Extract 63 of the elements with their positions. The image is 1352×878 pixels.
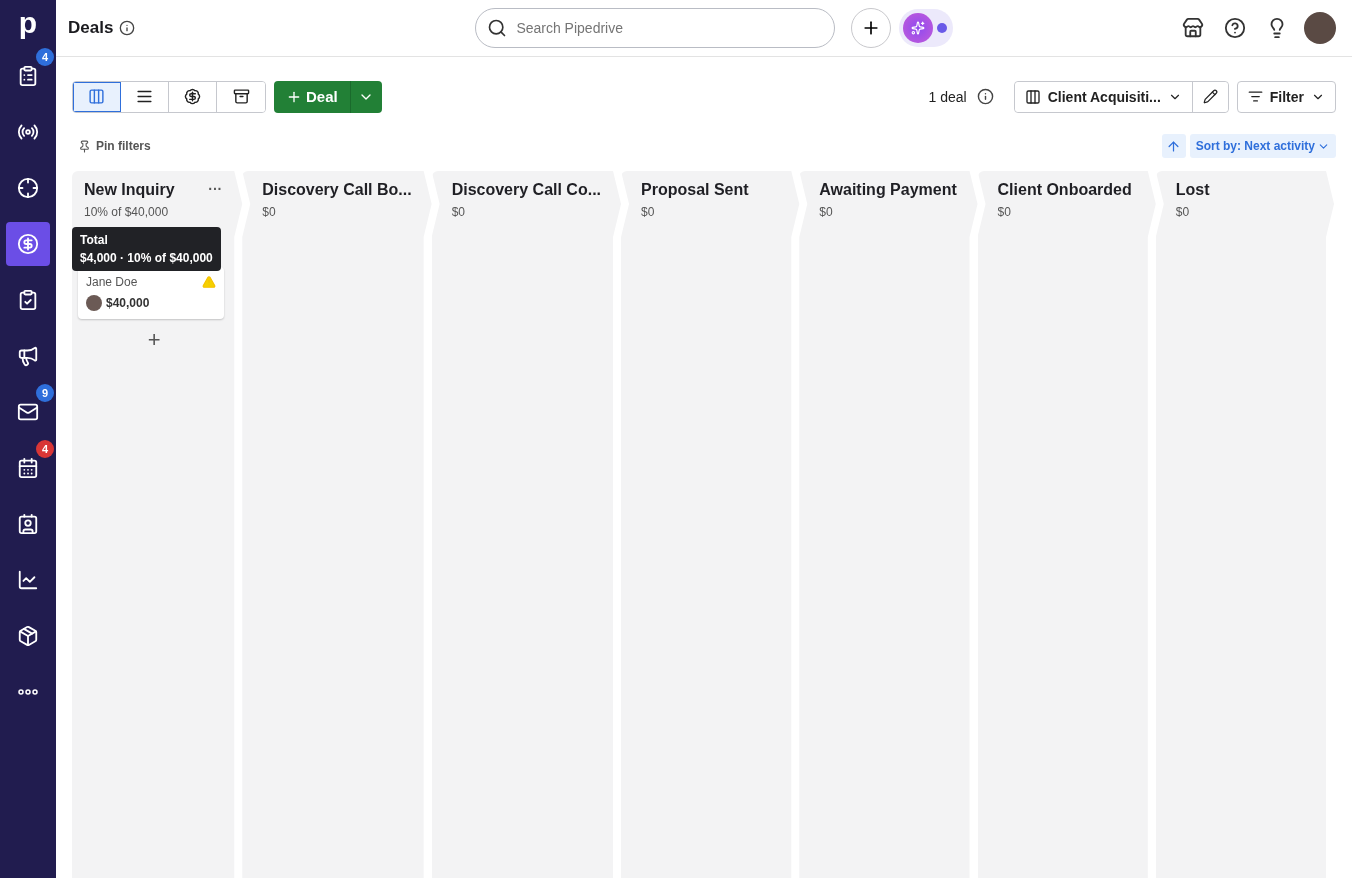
assistant-button[interactable] xyxy=(899,9,954,47)
more-icon xyxy=(18,689,38,695)
columns-icon xyxy=(1024,88,1041,105)
pin-filters-button[interactable]: Pin filters xyxy=(78,139,151,153)
dollar-icon xyxy=(17,233,39,255)
help-icon[interactable] xyxy=(1224,17,1246,39)
add-button[interactable] xyxy=(851,8,892,48)
deal-card[interactable]: Jane Doe $40,000 xyxy=(78,267,225,319)
stage-summary: $0 xyxy=(262,205,277,219)
search-icon xyxy=(487,18,508,38)
stage-name: New Inquiry xyxy=(84,181,175,199)
search-field[interactable]: Search Pipedrive xyxy=(475,8,836,48)
count-badge: 9 xyxy=(36,384,54,402)
deal-value: $40,000 xyxy=(106,296,150,310)
tooltip-text: $4,000 · 10% of $40,000 xyxy=(80,251,213,265)
sparkle-icon xyxy=(911,21,926,35)
clipboard-icon xyxy=(17,65,39,87)
stage-summary: 10% of $40,000 xyxy=(84,205,170,219)
person-name: Jane Doe xyxy=(86,275,138,289)
edit-button[interactable] xyxy=(1191,81,1228,112)
stage-name: Client Onboarded xyxy=(997,181,1132,199)
avatar xyxy=(86,295,102,311)
store-icon[interactable] xyxy=(1182,17,1204,39)
pin-icon xyxy=(78,139,91,153)
dollar-icon xyxy=(184,88,201,105)
info-icon[interactable] xyxy=(976,88,994,105)
stage-name: Discovery Call Co... xyxy=(451,181,602,199)
contact-card-icon xyxy=(17,513,39,535)
mail-icon xyxy=(17,401,39,423)
stage-summary: $0 xyxy=(819,205,834,219)
megaphone-icon xyxy=(17,345,39,367)
list-icon xyxy=(136,88,153,105)
calendar-icon xyxy=(17,457,39,479)
crosshair-icon xyxy=(17,177,39,199)
stage-name: Awaiting Payment xyxy=(819,181,957,199)
deal-count: 1 deal xyxy=(928,88,967,105)
tooltip-title: Total xyxy=(80,233,109,247)
stage-summary: $0 xyxy=(451,205,466,219)
stage-summary: $0 xyxy=(997,205,1012,219)
pencil-icon xyxy=(1202,89,1218,104)
stage-name: Lost xyxy=(1175,181,1210,199)
filter-button[interactable]: Filter xyxy=(1236,80,1336,113)
avatar[interactable] xyxy=(1304,12,1336,44)
box-icon xyxy=(17,625,39,647)
stage-summary: $0 xyxy=(641,205,656,219)
add-deal-button[interactable]: Deal xyxy=(274,80,350,113)
stage-name: Proposal Sent xyxy=(641,181,749,199)
logo[interactable]: p xyxy=(18,8,38,38)
filter-icon xyxy=(1247,89,1263,104)
count-badge: 4 xyxy=(36,440,54,458)
archive-icon xyxy=(232,88,250,105)
info-icon[interactable] xyxy=(119,20,136,36)
add-deal-button[interactable]: + xyxy=(143,327,165,353)
stage-name: Discovery Call Bo... xyxy=(262,181,412,199)
page-title: Deals xyxy=(68,18,114,38)
count-badge: 4 xyxy=(36,48,54,66)
sort-direction-button[interactable] xyxy=(1161,134,1186,158)
columns-icon xyxy=(88,88,105,105)
more-button[interactable]: ··· xyxy=(208,181,223,197)
chart-icon xyxy=(17,569,39,591)
checklist-icon xyxy=(17,289,39,311)
stage-summary: $0 xyxy=(1175,205,1191,219)
sort-button[interactable]: Sort by: Next activity xyxy=(1189,134,1336,158)
